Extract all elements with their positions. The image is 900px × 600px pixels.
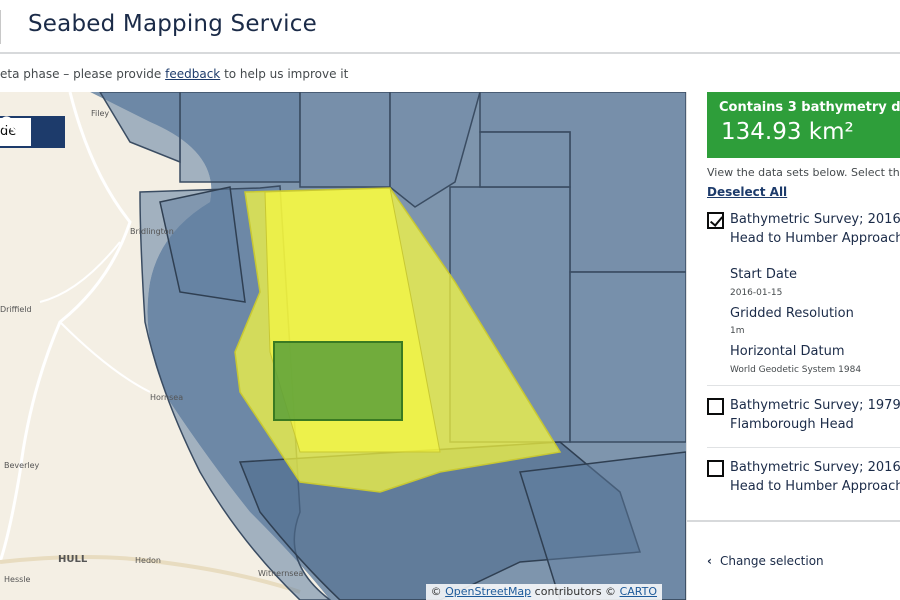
beta-suffix: to help us improve it <box>220 67 349 81</box>
search-icon <box>0 116 16 132</box>
map[interactable]: Filey Bridlington Driffield Hornsea Beve… <box>0 92 686 600</box>
help-text: View the data sets below. Select the one <box>707 166 900 179</box>
survey-title-line1: Bathymetric Survey; 19790823 <box>730 398 900 413</box>
start-date-value: 2016-01-15 <box>730 288 783 298</box>
beta-prefix: eta phase – please provide <box>0 67 166 81</box>
header-divider <box>0 10 1 44</box>
survey-title: Bathymetric Survey; 19790823 Flamborough … <box>730 396 900 434</box>
place-label: Bridlington <box>130 227 174 236</box>
search-button[interactable] <box>0 116 65 148</box>
resolution-label: Gridded Resolution <box>730 306 854 321</box>
attribution-prefix: © <box>430 585 446 598</box>
divider <box>707 447 900 448</box>
place-label: Filey <box>91 109 109 118</box>
feedback-link[interactable]: feedback <box>165 67 220 81</box>
summary-line: Contains 3 bathymetry data sets <box>719 100 900 115</box>
survey-checkbox[interactable] <box>707 212 724 229</box>
survey-checkbox[interactable] <box>707 398 724 415</box>
survey-polygon[interactable] <box>569 271 686 443</box>
place-label: Hessle <box>4 575 30 584</box>
survey-title-line1: Bathymetric Survey; 20160115 <box>730 212 900 227</box>
survey-polygon[interactable] <box>299 92 391 188</box>
resolution-value: 1m <box>730 326 745 336</box>
beta-banner: eta phase – please provide feedback to h… <box>0 67 348 81</box>
osm-link[interactable]: OpenStreetMap <box>445 585 531 598</box>
survey-checkbox[interactable] <box>707 460 724 477</box>
results-panel: Contains 3 bathymetry data sets 134.93 k… <box>686 92 900 600</box>
page-title: Seabed Mapping Service <box>28 11 317 37</box>
chevron-left-icon: ‹ <box>707 554 712 568</box>
datum-label: Horizontal Datum <box>730 344 845 359</box>
map-attribution: © OpenStreetMap contributors © CARTO <box>425 584 662 600</box>
map-canvas[interactable]: Filey Bridlington Driffield Hornsea Beve… <box>0 92 686 600</box>
place-label: Hedon <box>135 556 161 565</box>
place-label: Withernsea <box>258 569 303 578</box>
survey-polygon[interactable] <box>179 92 301 183</box>
carto-link[interactable]: CARTO <box>620 585 657 598</box>
place-label: Beverley <box>4 461 40 470</box>
survey-title: Bathymetric Survey; 20160115 Head to Humb… <box>730 458 900 496</box>
survey-title-line2: Head to Humber Approach <box>730 479 900 494</box>
area-value: 134.93 km² <box>721 119 854 145</box>
place-label: Hornsea <box>150 393 183 402</box>
survey-title-line1: Bathymetric Survey; 20160115 <box>730 460 900 475</box>
change-selection-link[interactable]: ‹ Change selection <box>707 554 824 568</box>
area-summary: Contains 3 bathymetry data sets 134.93 k… <box>707 92 900 158</box>
survey-title-line2: Head to Humber Approach <box>730 231 900 246</box>
attribution-middle: contributors © <box>531 585 620 598</box>
place-label: HULL <box>58 554 88 565</box>
panel-footer-divider <box>687 520 900 522</box>
divider <box>707 385 900 386</box>
datum-value: World Geodetic System 1984 <box>730 365 862 375</box>
area-of-interest[interactable] <box>273 341 403 421</box>
start-date-label: Start Date <box>730 267 797 282</box>
survey-title-line2: Flamborough Head <box>730 417 854 432</box>
map-search: de <box>0 116 65 148</box>
deselect-all-link[interactable]: Deselect All <box>707 185 787 199</box>
site-header: Seabed Mapping Service <box>0 0 900 54</box>
survey-polygon[interactable] <box>479 131 571 188</box>
place-label: Driffield <box>0 305 32 314</box>
survey-title: Bathymetric Survey; 20160115 Head to Humb… <box>730 210 900 248</box>
change-selection-label: Change selection <box>719 554 824 568</box>
